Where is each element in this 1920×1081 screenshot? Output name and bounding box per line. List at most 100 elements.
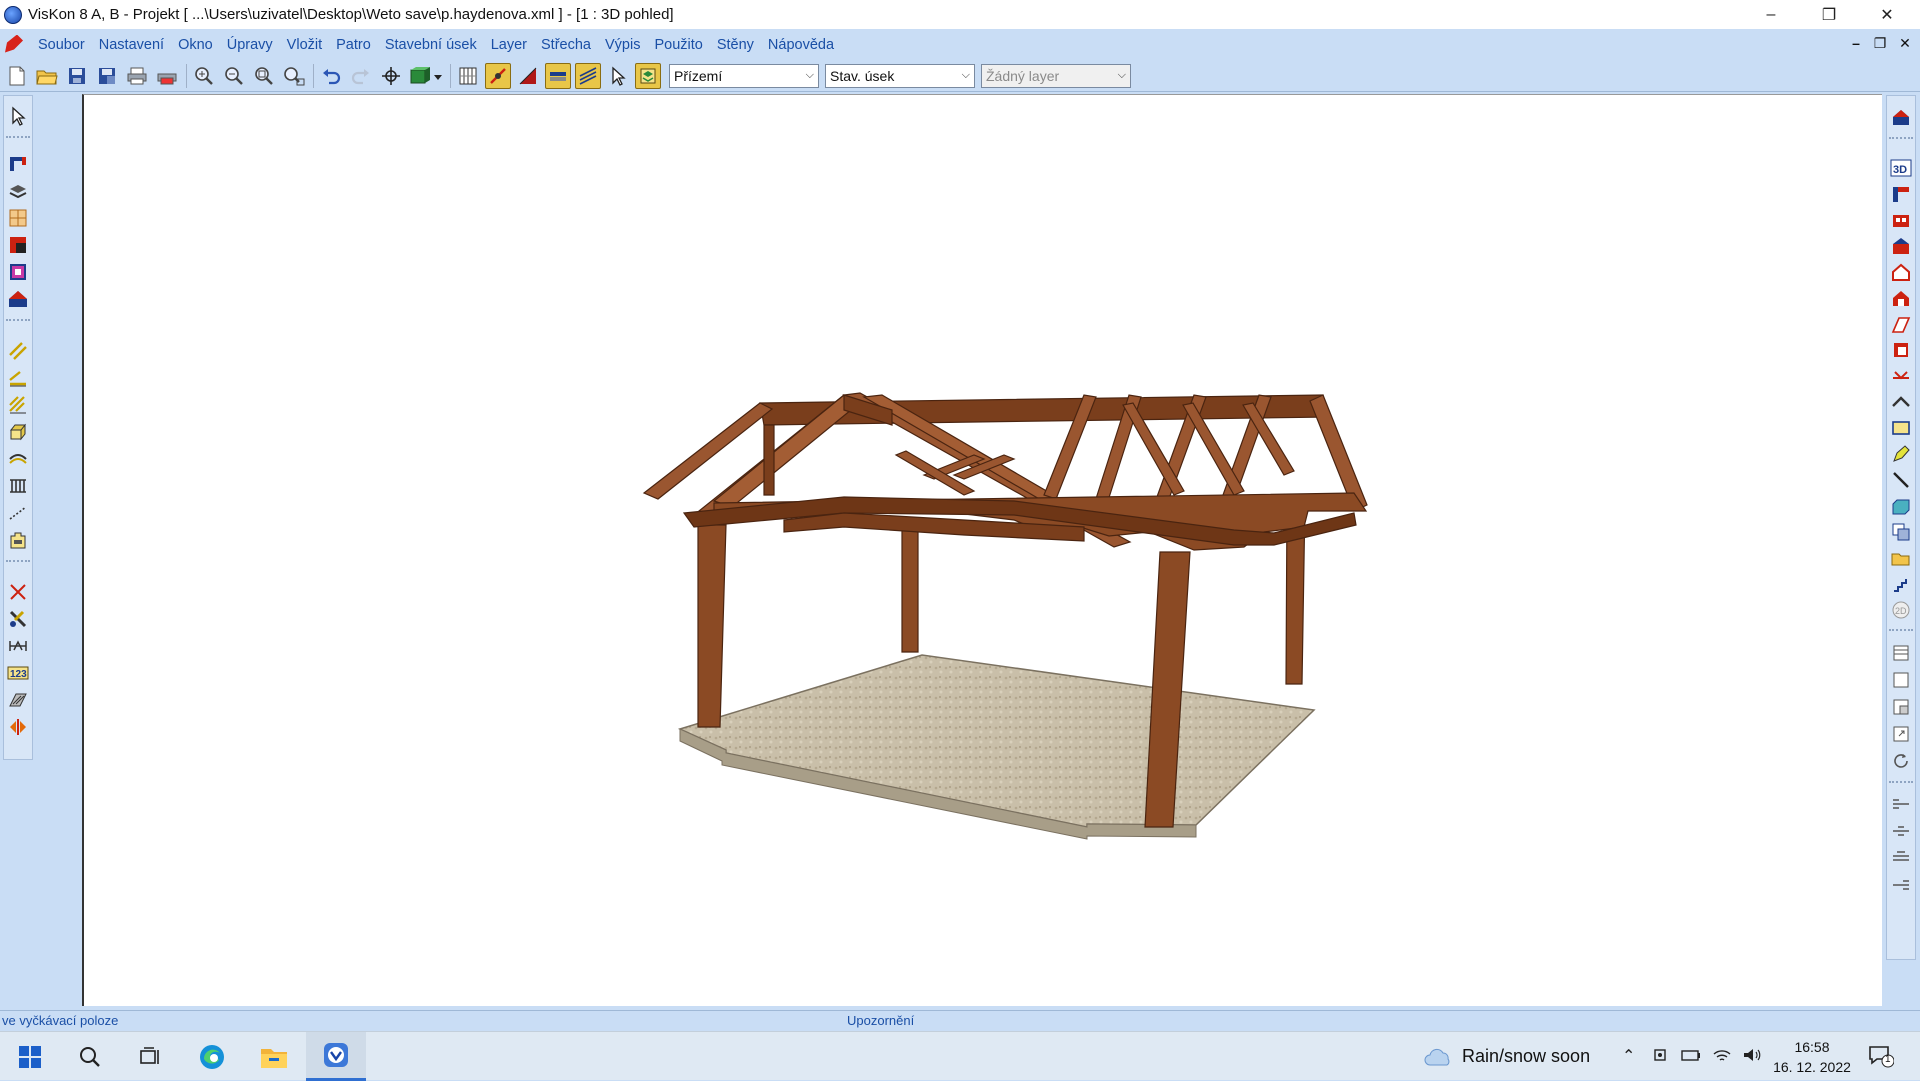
- close-button[interactable]: ✕: [1858, 0, 1916, 29]
- menu-napoveda[interactable]: Nápověda: [761, 37, 841, 53]
- warning-panel-label[interactable]: Upozornění: [847, 1013, 914, 1028]
- railing-tool-icon[interactable]: [5, 474, 31, 498]
- zoom-all-icon[interactable]: [251, 63, 277, 89]
- zoom-frame-icon[interactable]: [1888, 722, 1914, 746]
- rotate-view-icon[interactable]: [1888, 749, 1914, 773]
- file-explorer-button[interactable]: [244, 1032, 304, 1081]
- slab-tool-icon[interactable]: [5, 179, 31, 203]
- house-icon[interactable]: [1888, 260, 1914, 284]
- move-crosshair-icon[interactable]: [378, 63, 404, 89]
- minimize-button[interactable]: –: [1742, 0, 1800, 29]
- zoom-out-icon[interactable]: [221, 63, 247, 89]
- align-center-icon[interactable]: [1888, 819, 1914, 843]
- grid-icon[interactable]: [455, 63, 481, 89]
- wall-tool-icon[interactable]: [5, 152, 31, 176]
- surface-icon[interactable]: [1888, 494, 1914, 518]
- window-tool-icon[interactable]: [5, 206, 31, 230]
- roof-shape-icon[interactable]: [1888, 390, 1914, 414]
- column-tool-icon[interactable]: [5, 260, 31, 284]
- layer-select[interactable]: Žádný layer ⌵: [981, 63, 1131, 88]
- menu-patro[interactable]: Patro: [329, 37, 378, 53]
- home-view-icon[interactable]: [1888, 105, 1914, 129]
- polyline-tool-icon[interactable]: [5, 366, 31, 390]
- door-tool-icon[interactable]: [5, 233, 31, 257]
- new-file-icon[interactable]: [4, 63, 30, 89]
- meet-now-icon[interactable]: [1652, 1046, 1670, 1069]
- numbering-tool-icon[interactable]: 123: [5, 661, 31, 685]
- snap-icon[interactable]: [485, 62, 511, 89]
- stairs-view-icon[interactable]: [1888, 572, 1914, 596]
- layer-visibility-icon[interactable]: [545, 62, 571, 89]
- measure-line-icon[interactable]: [1888, 468, 1914, 492]
- start-button[interactable]: [0, 1032, 60, 1081]
- drawing-canvas-3d-view[interactable]: [82, 94, 1882, 1006]
- align-right-icon[interactable]: [1888, 873, 1914, 897]
- roof-edit-icon[interactable]: [1888, 312, 1914, 336]
- maximize-button[interactable]: ❐: [1800, 0, 1858, 29]
- search-button[interactable]: [60, 1032, 120, 1081]
- dashed-line-tool-icon[interactable]: [5, 501, 31, 525]
- delete-tool-icon[interactable]: [5, 580, 31, 604]
- menu-vypis[interactable]: Výpis: [598, 37, 647, 53]
- mdi-close-button[interactable]: ✕: [1894, 29, 1916, 57]
- mirror-tool-icon[interactable]: [5, 715, 31, 739]
- volume-icon[interactable]: [1742, 1046, 1762, 1069]
- layer-manager-icon[interactable]: [635, 62, 661, 89]
- redo-icon[interactable]: [348, 63, 374, 89]
- tools-icon[interactable]: [5, 607, 31, 631]
- show-hidden-icons-chevron-icon[interactable]: ⌃: [1622, 1046, 1635, 1066]
- wifi-icon[interactable]: [1712, 1046, 1732, 1069]
- list-view-icon[interactable]: [1888, 641, 1914, 665]
- align-left-icon[interactable]: [1888, 792, 1914, 816]
- battery-icon[interactable]: [1680, 1046, 1702, 1069]
- roof-tool-icon[interactable]: [5, 287, 31, 311]
- pointer-icon[interactable]: [5, 104, 31, 128]
- panel-icon[interactable]: [1888, 416, 1914, 440]
- mdi-restore-button[interactable]: ❐: [1869, 29, 1891, 57]
- menu-pouzito[interactable]: Použito: [647, 37, 709, 53]
- beam-tool-icon[interactable]: [5, 420, 31, 444]
- print-preview-icon[interactable]: [154, 63, 180, 89]
- line-tool-icon[interactable]: [5, 339, 31, 363]
- menu-vlozit[interactable]: Vložit: [280, 37, 329, 53]
- menu-soubor[interactable]: Soubor: [31, 37, 92, 53]
- hatch-tool-icon[interactable]: [5, 688, 31, 712]
- elevation-icon[interactable]: [1888, 208, 1914, 232]
- zoom-window-icon[interactable]: [281, 63, 307, 89]
- render-mode-dropdown-icon[interactable]: [408, 63, 444, 89]
- section-icon[interactable]: [515, 63, 541, 89]
- copy-icon[interactable]: [1888, 520, 1914, 544]
- section-view-icon[interactable]: [1888, 338, 1914, 362]
- mdi-minimize-button[interactable]: –: [1845, 29, 1867, 57]
- dimension-tool-icon[interactable]: [5, 634, 31, 658]
- undo-icon[interactable]: [318, 63, 344, 89]
- 2d-view-icon[interactable]: 2D: [1888, 598, 1914, 622]
- building-icon[interactable]: [1888, 234, 1914, 258]
- edge-browser-button[interactable]: [182, 1032, 242, 1081]
- stairs-tool-icon[interactable]: [5, 528, 31, 552]
- save-icon[interactable]: [64, 63, 90, 89]
- frame-icon[interactable]: [1888, 668, 1914, 692]
- menu-okno[interactable]: Okno: [171, 37, 220, 53]
- save-as-icon[interactable]: [94, 63, 120, 89]
- menu-nastaveni[interactable]: Nastavení: [92, 37, 171, 53]
- section-select[interactable]: Stav. úsek ⌵: [825, 63, 975, 88]
- viskon-app-button[interactable]: [306, 1032, 366, 1081]
- frame-corner-icon[interactable]: [1888, 695, 1914, 719]
- zoom-in-icon[interactable]: [191, 63, 217, 89]
- arc-tool-icon[interactable]: [5, 447, 31, 471]
- print-icon[interactable]: [124, 63, 150, 89]
- truss-view-icon[interactable]: [1888, 364, 1914, 388]
- menu-strecha[interactable]: Střecha: [534, 37, 598, 53]
- menu-upravy[interactable]: Úpravy: [220, 37, 280, 53]
- notification-center-button[interactable]: 1: [1868, 1044, 1895, 1068]
- align-split-icon[interactable]: [1888, 846, 1914, 870]
- floor-select[interactable]: Přízemí ⌵: [669, 63, 819, 88]
- house-outline-icon[interactable]: [1888, 286, 1914, 310]
- open-icon[interactable]: [1888, 546, 1914, 570]
- hatch-icon[interactable]: [575, 62, 601, 89]
- floor-plan-icon[interactable]: [1888, 182, 1914, 206]
- menu-stavebni-usek[interactable]: Stavební úsek: [378, 37, 484, 53]
- menu-steny[interactable]: Stěny: [710, 37, 761, 53]
- task-view-button[interactable]: [120, 1032, 180, 1081]
